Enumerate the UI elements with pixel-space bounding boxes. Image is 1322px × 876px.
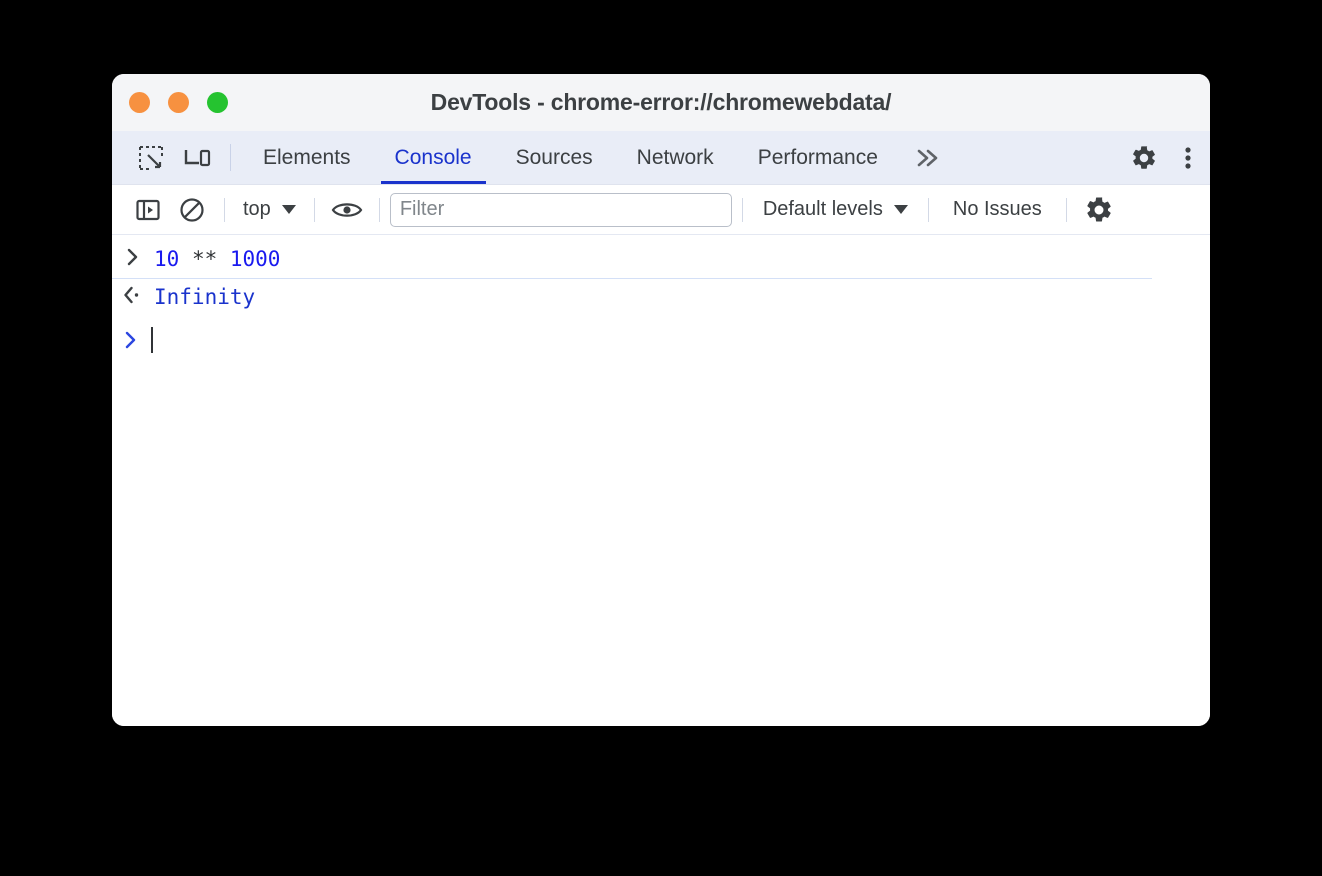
clear-console-icon[interactable] [170,185,214,234]
text-cursor [151,327,153,353]
title-bar: DevTools - chrome-error://chromewebdata/ [112,74,1210,131]
traffic-lights [129,74,228,131]
more-tabs-chevron-icon[interactable] [900,131,956,184]
devtools-tab-bar: Elements Console Sources Network Perform… [112,131,1210,185]
inspect-element-icon[interactable] [128,131,174,184]
log-levels-label: Default levels [762,198,883,220]
chevron-down-icon [281,205,296,214]
settings-gear-icon[interactable] [1122,131,1166,184]
devtools-window: DevTools - chrome-error://chromewebdata/… [112,74,1210,726]
maximize-window-button[interactable] [207,92,228,113]
tabbar-divider [230,144,231,171]
console-settings-gear-icon[interactable] [1077,185,1121,234]
console-output-value: Infinity [154,285,256,309]
tab-console[interactable]: Console [373,131,494,184]
log-levels-selector[interactable]: Default levels [753,198,918,221]
tab-console-label: Console [394,145,472,169]
console-toolbar-divider-6 [1065,197,1067,222]
tab-performance-label: Performance [757,145,878,169]
input-token-base: 10 [154,247,180,271]
console-toolbar-divider-1 [224,197,225,222]
console-toolbar: top Default levels No Issues [112,185,1210,235]
eye-icon[interactable] [325,185,369,234]
tab-network[interactable]: Network [615,131,736,184]
input-marker-icon [112,245,154,267]
tab-performance[interactable]: Performance [736,131,900,184]
window-title: DevTools - chrome-error://chromewebdata/ [430,89,892,115]
prompt-marker-icon [112,330,150,350]
filter-input[interactable] [389,192,732,227]
input-token-exponent: 1000 [229,247,281,271]
input-token-operator: ** [179,247,230,271]
console-toolbar-divider-4 [741,197,743,222]
console-toolbar-divider-2 [313,197,315,222]
console-toolbar-divider-5 [927,197,929,222]
tab-network-label: Network [636,145,714,169]
minimize-window-button[interactable] [168,92,189,113]
tab-sources[interactable]: Sources [494,131,615,184]
console-sidebar-toggle-icon[interactable] [126,185,170,234]
issues-counter[interactable]: No Issues [939,198,1056,221]
device-toolbar-icon[interactable] [174,131,220,184]
execution-context-label: top [243,198,271,220]
more-options-icon[interactable] [1166,131,1210,184]
tab-sources-label: Sources [515,145,593,169]
console-output-message: Infinity [112,279,1210,316]
execution-context-selector[interactable]: top [235,198,304,221]
chevron-down-icon [893,205,908,214]
output-marker-icon [112,283,154,305]
console-input-message: 10 ** 1000 [112,241,1152,279]
close-window-button[interactable] [129,92,150,113]
console-toolbar-divider-3 [378,197,380,222]
console-input-text: 10 ** 1000 [154,245,280,273]
console-message-list[interactable]: 10 ** 1000 Infinity [112,235,1210,726]
tabbar-right-group [1107,131,1210,184]
tab-elements[interactable]: Elements [241,131,373,184]
tab-elements-label: Elements [263,145,351,169]
console-prompt[interactable] [112,316,1210,356]
